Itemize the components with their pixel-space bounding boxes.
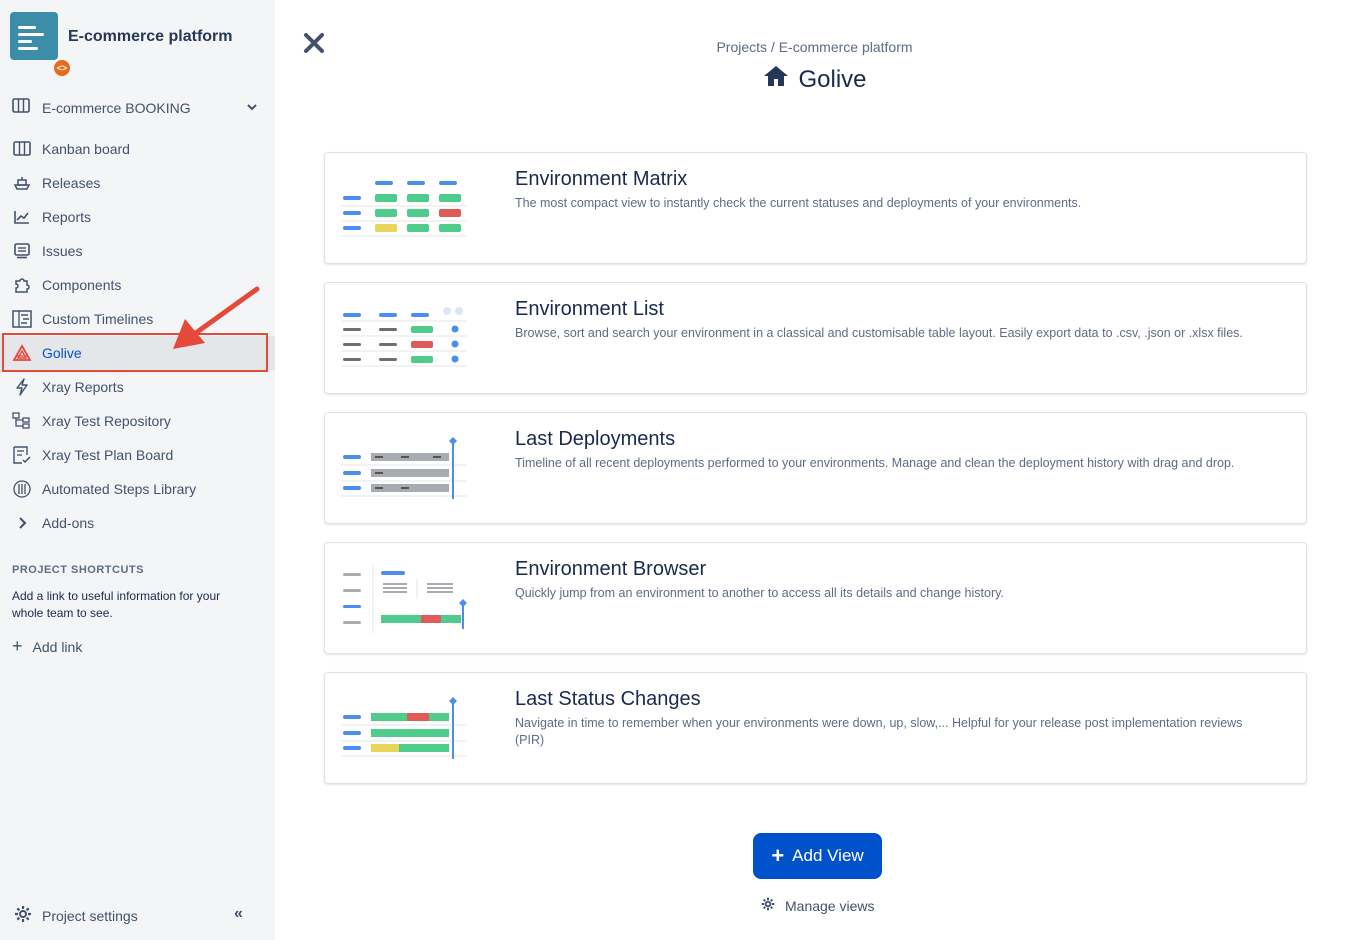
browser-thumbnail-icon — [343, 565, 467, 633]
card-description: Quickly jump from an environment to anot… — [515, 586, 1004, 600]
sidebar-item-label: Components — [42, 277, 122, 293]
sidebar-item-label: Xray Test Plan Board — [42, 447, 174, 463]
library-icon — [12, 479, 32, 499]
sidebar-item-kanban-board[interactable]: Kanban board — [0, 132, 275, 166]
sidebar-item-reports[interactable]: Reports — [0, 200, 275, 234]
view-card-last-deployments[interactable]: Last Deployments Timeline of all recent … — [324, 412, 1307, 524]
sidebar-item-label: Add-ons — [42, 515, 95, 531]
matrix-thumbnail-icon — [341, 181, 467, 237]
sidebar-item-label: Automated Steps Library — [42, 481, 197, 497]
manage-views-label: Manage views — [785, 897, 875, 914]
page-title-text: Golive — [798, 65, 867, 93]
project-shortcuts-title: PROJECT SHORTCUTS — [12, 564, 144, 576]
timeline-icon — [12, 309, 32, 329]
project-settings-link[interactable]: Project settings — [14, 905, 138, 926]
chart-icon — [12, 207, 32, 227]
plus-icon: + — [12, 636, 23, 656]
annotation-arrow-icon — [173, 286, 260, 349]
card-title: Environment List — [515, 298, 664, 320]
kanban-icon — [12, 139, 32, 159]
project-settings-label: Project settings — [42, 907, 138, 924]
view-card-environment-matrix[interactable]: Environment Matrix The most compact view… — [324, 152, 1307, 264]
sidebar: <> E-commerce platform E-commerce BOOKIN… — [0, 0, 275, 940]
plan-board-icon — [12, 445, 32, 465]
sidebar-item-xray-test-repository[interactable]: Xray Test Repository — [0, 404, 275, 438]
breadcrumb[interactable]: Projects / E-commerce platform — [0, 39, 1354, 55]
sidebar-item-label: Releases — [42, 175, 101, 191]
sidebar-item-label: Issues — [42, 243, 83, 259]
gear-icon — [14, 905, 32, 926]
issues-icon — [12, 241, 32, 261]
card-description: The most compact view to instantly check… — [515, 196, 1082, 210]
card-title: Environment Browser — [515, 558, 707, 580]
card-description: Navigate in time to remember when your e… — [515, 716, 1243, 747]
sidebar-item-xray-reports[interactable]: Xray Reports — [0, 370, 275, 404]
repository-icon — [12, 411, 32, 431]
add-link-button[interactable]: + Add link — [12, 636, 82, 657]
view-card-environment-browser[interactable]: Environment Browser Quickly jump from an… — [324, 542, 1307, 654]
board-selector-label: E-commerce BOOKING — [42, 100, 191, 116]
chevron-right-icon — [12, 513, 32, 533]
add-link-label: Add link — [32, 638, 83, 655]
view-card-environment-list[interactable]: Environment List Browse, sort and search… — [324, 282, 1307, 394]
view-cards: Environment Matrix The most compact view… — [324, 152, 1307, 802]
gear-icon — [761, 897, 775, 914]
sidebar-item-label: Custom Timelines — [42, 311, 154, 327]
page-title: Golive — [0, 64, 1354, 95]
ship-icon — [12, 173, 32, 193]
plus-icon: + — [771, 843, 785, 868]
status-changes-thumbnail-icon — [341, 697, 467, 759]
add-view-label: Add View — [792, 846, 864, 865]
puzzle-icon — [12, 275, 32, 295]
sidebar-item-issues[interactable]: Issues — [0, 234, 275, 268]
sidebar-item-xray-test-plan-board[interactable]: Xray Test Plan Board — [0, 438, 275, 472]
list-thumbnail-icon — [341, 307, 467, 367]
sidebar-item-add-ons[interactable]: Add-ons — [0, 506, 275, 540]
sidebar-item-label: Xray Reports — [42, 379, 124, 395]
card-description: Timeline of all recent deployments perfo… — [515, 456, 1235, 470]
sidebar-item-label: Reports — [42, 209, 92, 225]
view-card-last-status-changes[interactable]: Last Status Changes Navigate in time to … — [324, 672, 1307, 784]
deployments-thumbnail-icon — [341, 437, 467, 499]
sidebar-item-releases[interactable]: Releases — [0, 166, 275, 200]
card-title: Last Deployments — [515, 428, 676, 450]
home-icon — [762, 64, 790, 95]
sidebar-item-label: Xray Test Repository — [42, 413, 171, 429]
card-description: Browse, sort and search your environment… — [515, 326, 1243, 340]
board-icon — [12, 98, 32, 118]
sidebar-item-label: Kanban board — [42, 141, 130, 157]
add-view-button[interactable]: + Add View — [753, 833, 882, 879]
bolt-icon — [12, 377, 32, 397]
sidebar-item-automated-steps-library[interactable]: Automated Steps Library — [0, 472, 275, 506]
card-title: Last Status Changes — [515, 688, 701, 710]
board-selector[interactable]: E-commerce BOOKING — [0, 92, 275, 124]
manage-views-link[interactable]: Manage views — [761, 897, 875, 914]
chevron-down-icon — [247, 100, 257, 114]
card-title: Environment Matrix — [515, 168, 688, 190]
project-shortcuts-description: Add a link to useful information for you… — [12, 589, 221, 620]
collapse-sidebar-button[interactable]: « — [234, 905, 243, 923]
